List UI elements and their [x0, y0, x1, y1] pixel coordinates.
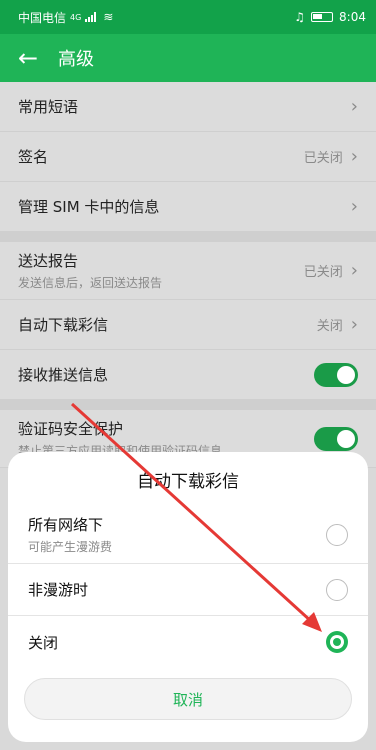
- radio-button[interactable]: [326, 523, 348, 546]
- app-header: ← 高级: [0, 34, 376, 82]
- battery-icon: [311, 12, 334, 22]
- status-bar: 中国电信 4G ≋ ♫ 8:04: [0, 0, 376, 34]
- setting-push-messages: 接收推送信息: [0, 350, 376, 400]
- settings-list: 常用短语 › 签名 已关闭 › 管理 SIM 卡中的信息 › 送达报告 发送信息…: [0, 82, 376, 468]
- chevron-right-icon: ›: [350, 96, 358, 117]
- chevron-right-icon: ›: [350, 314, 358, 335]
- setting-label: 送达报告: [18, 252, 79, 270]
- setting-delivery-report[interactable]: 送达报告 发送信息后，返回送达报告 已关闭 ›: [0, 242, 376, 300]
- chevron-right-icon: ›: [350, 260, 358, 281]
- push-messages-toggle[interactable]: [314, 362, 358, 387]
- setting-auto-download[interactable]: 自动下载彩信 关闭 ›: [0, 300, 376, 350]
- setting-value: 已关闭: [303, 265, 343, 280]
- page-title: 高级: [58, 49, 94, 70]
- option-label: 非漫游时: [28, 581, 89, 599]
- setting-signature[interactable]: 签名 已关闭 ›: [0, 132, 376, 182]
- setting-label: 自动下载彩信: [18, 316, 109, 334]
- option-label: 所有网络下: [28, 516, 104, 534]
- setting-common-phrases[interactable]: 常用短语 ›: [0, 82, 376, 132]
- chevron-right-icon: ›: [350, 146, 358, 167]
- setting-value: 已关闭: [303, 151, 343, 166]
- code-protect-toggle[interactable]: [314, 426, 358, 451]
- setting-manage-sim[interactable]: 管理 SIM 卡中的信息 ›: [0, 182, 376, 232]
- option-all-networks[interactable]: 所有网络下 可能产生漫游费: [8, 506, 368, 564]
- network-type: 4G: [70, 12, 82, 22]
- option-label: 关闭: [28, 633, 59, 652]
- clock: 8:04: [339, 10, 366, 24]
- option-off[interactable]: 关闭: [8, 616, 368, 668]
- radio-button[interactable]: [326, 578, 348, 601]
- carrier-label: 中国电信: [18, 10, 67, 25]
- dialog-title: 自动下载彩信: [137, 471, 239, 492]
- setting-value: 关闭: [316, 319, 343, 334]
- option-subtext: 可能产生漫游费: [28, 540, 113, 554]
- setting-subtext: 发送信息后，返回送达报告: [18, 276, 163, 290]
- back-arrow-icon[interactable]: ←: [18, 46, 48, 70]
- wifi-icon: ≋: [103, 10, 114, 24]
- option-non-roaming[interactable]: 非漫游时: [8, 564, 368, 616]
- signal-icon: [85, 12, 99, 22]
- setting-label: 管理 SIM 卡中的信息: [18, 198, 160, 216]
- setting-label: 验证码安全保护: [18, 420, 124, 438]
- section-divider: [0, 400, 376, 410]
- chevron-right-icon: ›: [350, 196, 358, 217]
- headphone-icon: ♫: [294, 10, 306, 24]
- setting-label: 接收推送信息: [18, 366, 109, 384]
- setting-label: 常用短语: [18, 98, 79, 116]
- auto-download-dialog: 自动下载彩信 所有网络下 可能产生漫游费 非漫游时 关闭 取消: [8, 452, 368, 742]
- setting-label: 签名: [18, 148, 49, 166]
- radio-button-selected[interactable]: [326, 631, 348, 653]
- section-divider: [0, 232, 376, 242]
- cancel-button[interactable]: 取消: [24, 678, 352, 720]
